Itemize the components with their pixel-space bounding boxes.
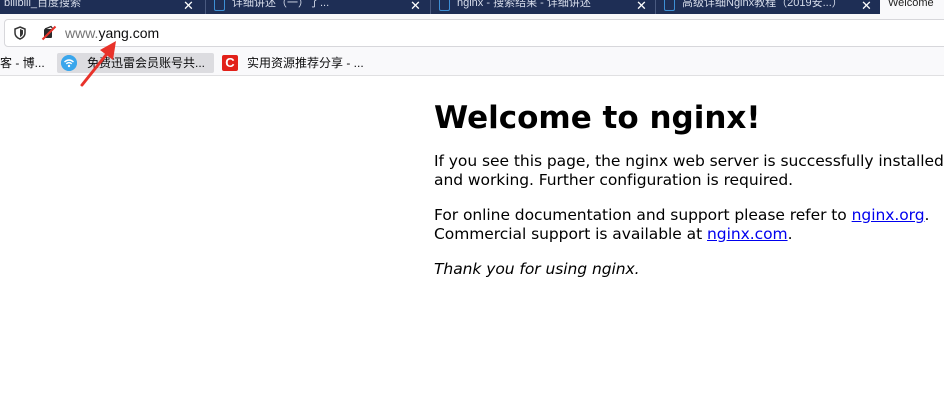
close-icon[interactable]: ✕ xyxy=(410,0,421,12)
close-icon[interactable]: ✕ xyxy=(861,0,872,12)
tab-title: nginx - 搜索结果 - 详细讲述 xyxy=(457,0,591,9)
page-content: Welcome to nginx! If you see this page, … xyxy=(434,76,944,279)
bookmark-blog[interactable]: 客 - 博... xyxy=(0,53,45,73)
tab-strip: bilibili_百度搜索 ✕ 详细讲述（一）了... ✕ nginx - 搜索… xyxy=(0,0,944,14)
commercial-text: Commercial support is available at xyxy=(434,225,708,243)
tab-title: Welcome xyxy=(888,0,934,9)
nav-bar: www.yang.com xyxy=(0,14,944,52)
tab-welcome-active[interactable]: Welcome xyxy=(880,0,944,14)
close-icon[interactable]: ✕ xyxy=(183,0,194,12)
tab-nginx-detail[interactable]: 详细讲述（一）了... ✕ xyxy=(206,0,430,14)
support-text: For online documentation and support ple… xyxy=(434,206,852,224)
address-bar[interactable]: www.yang.com xyxy=(4,19,944,47)
tracking-shield-icon[interactable] xyxy=(13,26,27,40)
tab-nginx-tutorial[interactable]: 高级详细Nginx教程（2019安...） ✕ xyxy=(656,0,880,14)
page-title: Welcome to nginx! xyxy=(434,100,761,136)
tab-title: 详细讲述（一）了... xyxy=(232,0,330,9)
close-icon[interactable]: ✕ xyxy=(636,0,647,12)
bookmarks-toolbar: 客 - 博... 免费迅雷会员账号共... C 实用资源推荐分享 - ... xyxy=(0,52,944,76)
support-paragraph: For online documentation and support ple… xyxy=(434,206,944,244)
bookmark-label: 实用资源推荐分享 - ... xyxy=(247,56,364,70)
tab-favicon-icon xyxy=(664,0,675,11)
browser-window: bilibili_百度搜索 ✕ 详细讲述（一）了... ✕ nginx - 搜索… xyxy=(0,0,944,400)
nginx-com-link[interactable]: nginx.com xyxy=(707,225,788,243)
wifi-icon xyxy=(61,55,77,71)
bookmark-label: 客 - 博... xyxy=(0,56,45,70)
tab-title: bilibili_百度搜索 xyxy=(4,0,82,9)
tab-favicon-icon xyxy=(439,0,450,11)
annotation-arrow-icon xyxy=(80,41,116,87)
thanks-paragraph: Thank you for using nginx. xyxy=(434,260,944,279)
c-logo-icon: C xyxy=(222,55,238,71)
commercial-text-end: . xyxy=(787,225,793,243)
tab-title: 高级详细Nginx教程（2019安...） xyxy=(682,0,843,9)
nginx-org-link[interactable]: nginx.org xyxy=(852,206,925,224)
tab-bilibili-search[interactable]: bilibili_百度搜索 ✕ xyxy=(0,0,205,14)
blocked-permission-icon[interactable] xyxy=(41,25,57,41)
tab-favicon-icon xyxy=(214,0,225,11)
tab-nginx-search-results[interactable]: nginx - 搜索结果 - 详细讲述 ✕ xyxy=(431,0,655,14)
thanks-text: Thank you for using nginx. xyxy=(434,260,640,278)
support-text-end: . xyxy=(924,206,930,224)
intro-paragraph: If you see this page, the nginx web serv… xyxy=(434,152,944,189)
